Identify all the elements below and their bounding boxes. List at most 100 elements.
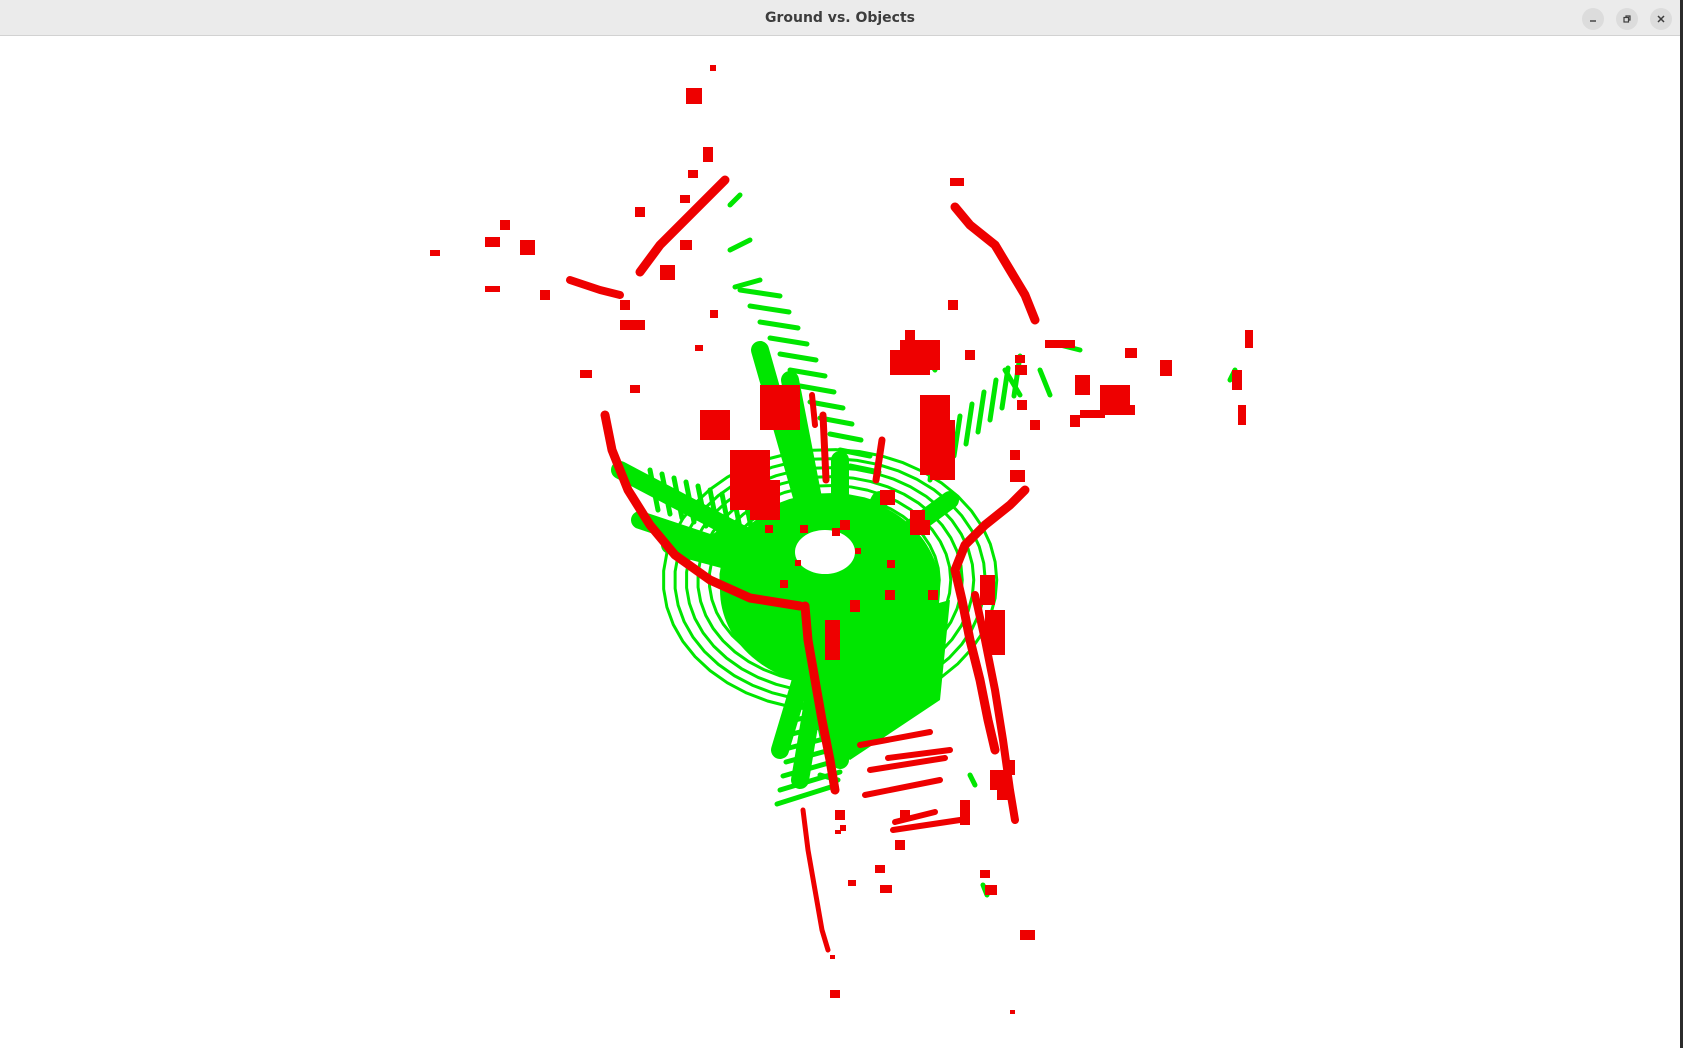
object-cluster	[850, 600, 860, 612]
sensor-blind-spot	[795, 530, 855, 574]
object-cluster	[885, 590, 895, 600]
ground-fragment	[727, 237, 753, 253]
ground-scan-ring	[737, 287, 783, 299]
object-cluster	[887, 560, 895, 568]
object-cluster	[795, 560, 801, 566]
object-cluster	[688, 170, 698, 178]
object-cluster	[985, 885, 997, 895]
object-cluster	[950, 202, 1040, 325]
object-cluster	[862, 777, 943, 798]
app-window: Ground vs. Objects	[0, 0, 1680, 1048]
object-cluster	[635, 207, 645, 217]
ground-scan-ring	[747, 303, 792, 315]
ground-fragment	[1037, 367, 1053, 398]
point-cloud-viewport[interactable]	[0, 36, 1680, 1048]
object-cluster	[580, 370, 592, 378]
object-cluster	[635, 175, 730, 277]
object-cluster	[948, 300, 958, 310]
ground-fragment	[727, 192, 743, 208]
object-cluster	[1010, 450, 1020, 460]
object-cluster	[830, 955, 835, 959]
close-button[interactable]	[1650, 8, 1672, 30]
object-cluster	[848, 880, 856, 886]
ground-scan-ring	[975, 389, 987, 435]
ground-scan-ring	[777, 351, 819, 363]
object-cluster	[1030, 420, 1040, 430]
object-cluster	[765, 525, 773, 533]
ground-scan-ring	[963, 401, 975, 447]
object-cluster	[1010, 1010, 1015, 1014]
object-cluster	[1020, 930, 1035, 940]
object-cluster	[835, 810, 845, 820]
ground-scan-ring	[827, 431, 864, 443]
object-cluster	[485, 237, 500, 247]
point-cloud-svg	[430, 65, 1253, 1014]
object-cluster	[1015, 365, 1027, 375]
object-cluster	[980, 575, 995, 605]
object-cluster	[700, 410, 730, 440]
object-cluster	[825, 620, 840, 660]
object-cluster	[703, 147, 713, 162]
object-cluster	[1125, 348, 1137, 358]
object-cluster	[900, 810, 910, 820]
object-cluster	[1120, 405, 1135, 415]
object-cluster	[867, 755, 948, 773]
minimize-button[interactable]	[1582, 8, 1604, 30]
object-cluster	[485, 286, 500, 292]
restore-button[interactable]	[1616, 8, 1638, 30]
object-cluster	[760, 385, 800, 430]
object-cluster	[840, 520, 850, 530]
object-cluster	[1045, 340, 1075, 348]
object-cluster	[905, 330, 915, 350]
object-cluster	[500, 220, 510, 230]
ground-scan-ring	[797, 383, 837, 395]
object-cluster	[710, 65, 716, 71]
ground-points	[611, 192, 1238, 898]
object-cluster	[566, 276, 624, 299]
object-cluster	[780, 580, 788, 588]
object-cluster	[832, 528, 840, 536]
title-bar[interactable]: Ground vs. Objects	[0, 0, 1680, 36]
object-cluster	[809, 392, 818, 428]
object-cluster	[950, 178, 964, 186]
ground-fragment	[732, 277, 763, 290]
object-cluster	[1075, 375, 1090, 395]
ground-scan-ring	[767, 335, 810, 347]
close-icon	[1657, 15, 1665, 23]
object-cluster	[980, 870, 990, 878]
object-cluster	[430, 250, 440, 256]
object-cluster	[686, 88, 702, 104]
minimize-icon	[1590, 20, 1596, 22]
object-cluster	[930, 420, 955, 480]
object-cluster	[960, 800, 970, 825]
object-cluster	[928, 590, 938, 600]
object-cluster	[695, 345, 703, 351]
object-cluster	[1015, 355, 1025, 363]
ground-fragment	[967, 772, 978, 788]
object-cluster	[910, 510, 925, 535]
object-cluster	[1070, 415, 1080, 427]
object-cluster	[1010, 470, 1025, 482]
object-cluster	[895, 840, 905, 850]
object-cluster	[965, 350, 975, 360]
object-cluster	[819, 411, 830, 484]
object-cluster	[680, 195, 690, 203]
object-cluster	[1005, 760, 1015, 775]
object-cluster	[880, 885, 892, 893]
object-cluster	[830, 990, 840, 998]
window-title: Ground vs. Objects	[764, 10, 916, 26]
object-cluster	[800, 807, 831, 953]
object-cluster	[800, 525, 808, 533]
object-cluster	[710, 310, 718, 318]
object-cluster	[1245, 330, 1253, 348]
object-cluster	[890, 350, 930, 375]
object-cluster	[1232, 370, 1242, 390]
object-cluster	[1080, 410, 1105, 418]
object-cluster	[835, 830, 841, 834]
object-cluster	[875, 865, 885, 873]
object-cluster	[680, 240, 692, 250]
object-cluster	[1017, 400, 1027, 410]
restore-icon	[1623, 15, 1631, 23]
object-cluster	[620, 320, 645, 330]
object-cluster	[855, 548, 861, 554]
